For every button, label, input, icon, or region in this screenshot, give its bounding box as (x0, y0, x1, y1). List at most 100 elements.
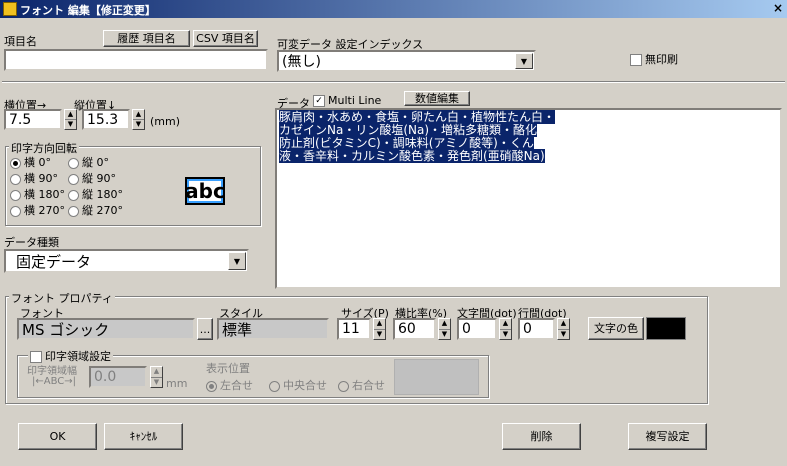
radio-icon[interactable] (68, 205, 79, 217)
align-center-radio[interactable]: 中央合せ (269, 377, 327, 393)
radio-label: 左合せ (220, 379, 253, 392)
radio-v270[interactable]: 縦 270° (68, 202, 123, 218)
align-label: 表示位置 (206, 362, 250, 375)
line-space-spinner[interactable]: ▲ ▼ (557, 318, 570, 340)
spin-up-icon[interactable]: ▲ (439, 319, 450, 329)
check-icon[interactable]: ✓ (313, 95, 325, 107)
position-unit-label: (mm) (150, 115, 181, 128)
font-name-field: MS ゴシック (17, 318, 195, 340)
item-name-input[interactable] (4, 49, 268, 71)
spin-up-icon[interactable]: ▲ (151, 367, 162, 377)
spin-down-icon[interactable]: ▼ (65, 119, 76, 129)
ratio-spinner[interactable]: ▲ ▼ (438, 318, 451, 340)
orientation-preview: abc (185, 177, 225, 205)
multiline-checkbox[interactable]: ✓ Multi Line (313, 94, 381, 107)
csv-item-button[interactable]: CSV 項目名 (193, 30, 258, 47)
radio-label: 中央合せ (283, 379, 327, 392)
size-input[interactable]: 11 (337, 318, 371, 340)
spin-down-icon[interactable]: ▼ (500, 328, 511, 340)
v-position-spinner[interactable]: ▲ ▼ (132, 109, 145, 130)
close-icon[interactable]: × (773, 1, 783, 15)
print-width-spinner[interactable]: ▲ ▼ (150, 366, 163, 388)
spin-up-icon[interactable]: ▲ (558, 319, 569, 329)
data-type-value: 固定データ (16, 252, 92, 271)
spin-down-icon[interactable]: ▼ (151, 376, 162, 388)
h-position-spinner[interactable]: ▲ ▼ (64, 109, 77, 130)
radio-v90[interactable]: 縦 90° (68, 170, 116, 186)
radio-icon[interactable] (10, 205, 21, 217)
spin-down-icon[interactable]: ▼ (558, 328, 569, 340)
radio-icon[interactable] (68, 173, 79, 185)
radio-label: 横 0° (24, 156, 51, 169)
h-position-input[interactable]: 7.5 (4, 109, 62, 130)
separator (2, 81, 785, 83)
align-right-radio[interactable]: 右合せ (338, 377, 385, 393)
data-type-select[interactable]: 固定データ ▼ (4, 249, 249, 273)
char-space-input[interactable]: 0 (457, 318, 497, 340)
cancel-button[interactable]: ｷｬﾝｾﾙ (104, 423, 183, 450)
spin-up-icon[interactable]: ▲ (65, 110, 76, 119)
no-print-checkbox[interactable]: 無印刷 (630, 51, 678, 67)
chevron-down-icon[interactable]: ▼ (515, 53, 533, 69)
spin-down-icon[interactable]: ▼ (439, 328, 450, 340)
radio-label: 縦 90° (82, 172, 116, 185)
radio-icon[interactable] (68, 157, 79, 169)
radio-icon[interactable] (269, 380, 280, 392)
app-icon (3, 2, 17, 16)
print-width-hint: |←ABC→| (32, 376, 77, 387)
radio-label: 横 270° (24, 204, 65, 217)
radio-label: 横 180° (24, 188, 65, 201)
align-left-radio[interactable]: 左合せ (206, 377, 253, 393)
window-title: フォント 編集【修正変更】 (20, 4, 156, 17)
radio-label: 縦 180° (82, 188, 123, 201)
variable-data-select[interactable]: (無し) ▼ (277, 50, 536, 72)
history-item-button[interactable]: 履歴 項目名 (103, 30, 190, 47)
chevron-down-icon[interactable]: ▼ (228, 252, 246, 270)
line-space-input[interactable]: 0 (518, 318, 555, 340)
radio-h90[interactable]: 横 90° (10, 170, 58, 186)
radio-icon[interactable] (68, 189, 79, 201)
radio-icon[interactable] (10, 189, 21, 201)
radio-icon[interactable] (338, 380, 349, 392)
size-spinner[interactable]: ▲ ▼ (373, 318, 386, 340)
data-textarea[interactable]: 豚肩肉・水あめ・食塩・卵たん白・植物性たん白・ カゼインNa・リン酸塩(Na)・… (275, 108, 782, 289)
radio-h180[interactable]: 横 180° (10, 186, 65, 202)
radio-label: 横 90° (24, 172, 58, 185)
ok-button[interactable]: OK (18, 423, 97, 450)
char-space-spinner[interactable]: ▲ ▼ (499, 318, 512, 340)
radio-icon[interactable] (10, 157, 21, 169)
data-line: 豚肩肉・水あめ・食塩・卵たん白・植物性たん白・ (279, 110, 556, 124)
spin-up-icon[interactable]: ▲ (374, 319, 385, 329)
spin-up-icon[interactable]: ▲ (133, 110, 144, 119)
multiline-label: Multi Line (328, 94, 382, 107)
checkbox-icon[interactable] (630, 54, 642, 66)
radio-h0[interactable]: 横 0° (10, 154, 51, 170)
font-browse-button[interactable]: ... (197, 318, 213, 340)
item-name-label: 項目名 (4, 35, 37, 48)
radio-label: 縦 0° (82, 156, 109, 169)
spin-down-icon[interactable]: ▼ (133, 119, 144, 129)
spin-up-icon[interactable]: ▲ (500, 319, 511, 329)
ratio-input[interactable]: 60 (393, 318, 436, 340)
radio-h270[interactable]: 横 270° (10, 202, 65, 218)
font-color-swatch (646, 317, 686, 340)
copy-settings-button[interactable]: 複写設定 (628, 423, 707, 450)
data-type-label: データ種類 (4, 236, 59, 249)
spin-down-icon[interactable]: ▼ (374, 328, 385, 340)
v-position-input[interactable]: 15.3 (82, 109, 130, 130)
radio-icon[interactable] (206, 380, 217, 392)
font-color-button[interactable]: 文字の色 (588, 317, 644, 340)
variable-data-value: (無し) (282, 54, 321, 70)
print-width-label: 印字領域幅 (27, 366, 77, 377)
numeric-edit-button[interactable]: 数値編集 (404, 91, 470, 106)
radio-label: 縦 270° (82, 204, 123, 217)
style-field: 標準 (217, 318, 329, 340)
title-bar: フォント 編集【修正変更】 × (0, 0, 787, 18)
radio-icon[interactable] (10, 173, 21, 185)
print-width-input[interactable]: 0.0 (89, 366, 147, 388)
radio-v0[interactable]: 縦 0° (68, 154, 109, 170)
radio-v180[interactable]: 縦 180° (68, 186, 123, 202)
delete-button[interactable]: 削除 (502, 423, 581, 450)
data-line: 防止剤(ビタミンC)・調味料(アミノ酸等)・くん (279, 136, 534, 150)
font-properties-title: フォント プロパティ (9, 290, 115, 306)
